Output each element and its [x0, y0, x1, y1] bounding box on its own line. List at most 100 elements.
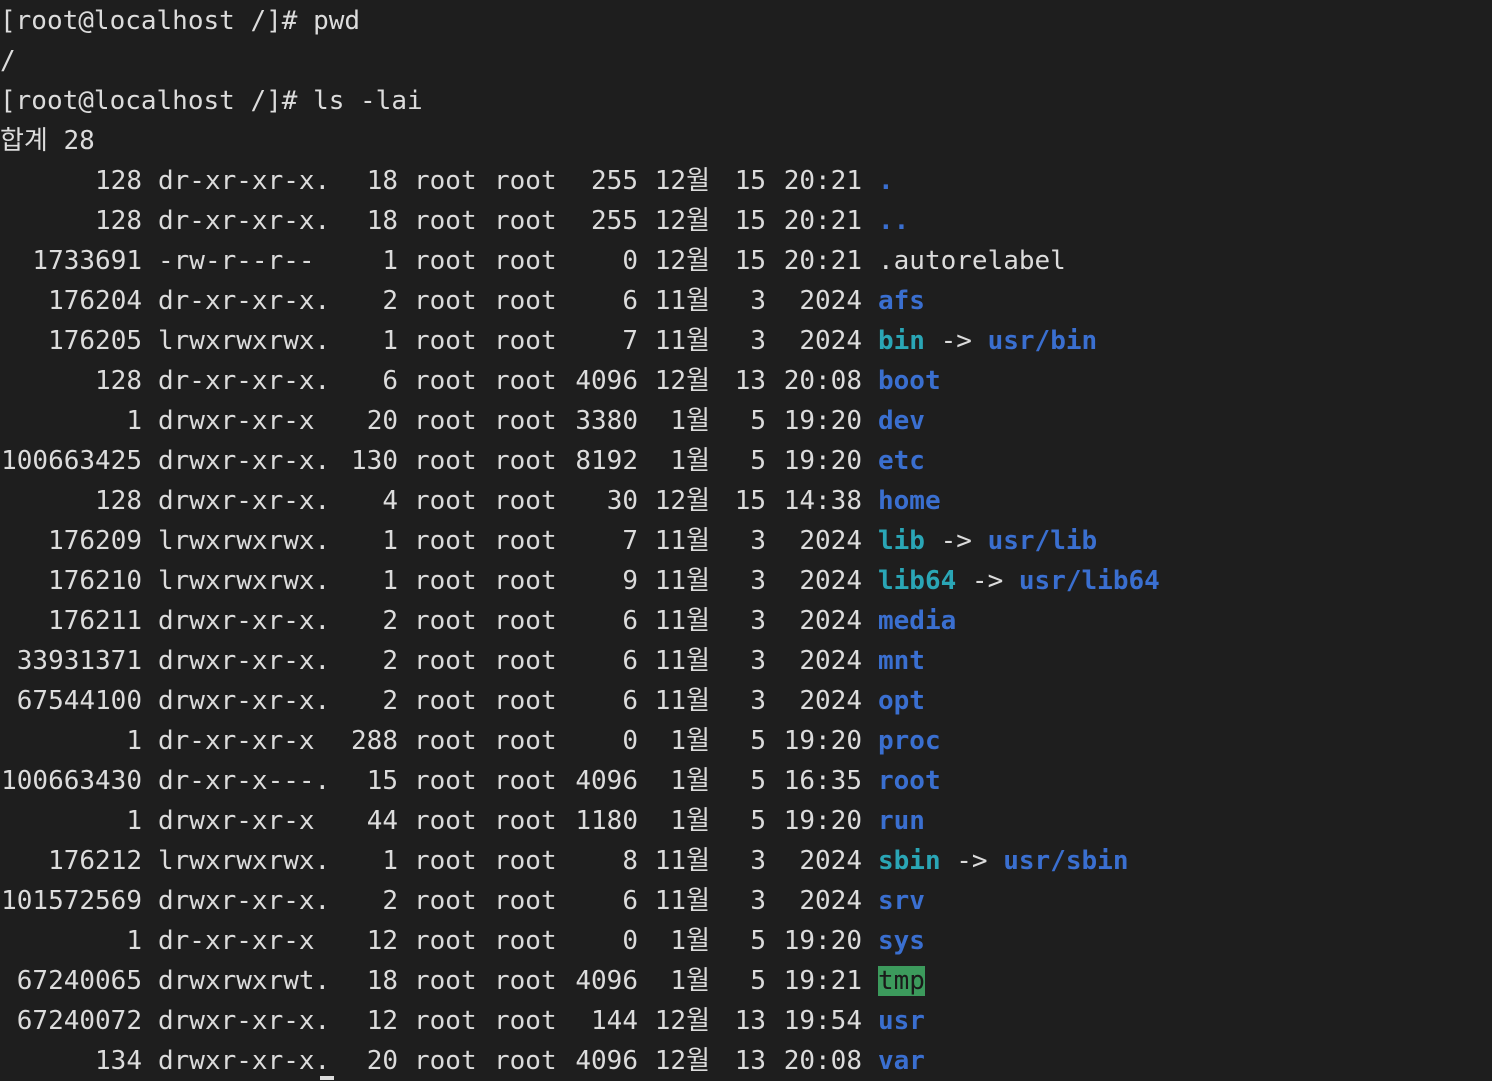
listing-inode: 176211: [48, 606, 142, 636]
listing-day: 15: [734, 166, 766, 196]
listing-row: 128 dr-xr-xr-x. 18 root root 255 12월 15 20:21.: [0, 161, 1492, 201]
listing-name: run: [878, 806, 925, 836]
listing-row: 1 dr-xr-xr-x 12 root root 0 1월 5 19:20 sys: [0, 921, 1492, 961]
symlink-target: usr/bin: [987, 326, 1098, 356]
listing-perms: drwxr-xr-x.: [158, 446, 331, 476]
listing-perms: drwxr-xr-x: [158, 806, 315, 836]
listing-time: 2024: [799, 686, 862, 716]
listing-size: 8: [622, 846, 638, 876]
listing-day: 5: [750, 766, 766, 796]
listing-month: 1월: [670, 766, 710, 796]
listing-links: 20: [366, 1046, 398, 1076]
symlink-arrow: ->: [924, 526, 988, 556]
listing-month: 11월: [654, 686, 710, 716]
listing-size: 4096: [575, 966, 638, 996]
listing-owner: root: [414, 926, 477, 956]
listing-day: 3: [750, 566, 766, 596]
terminal-window[interactable]: [root@localhost /]# pwd / [root@localhos…: [0, 0, 1492, 1080]
listing-group: root: [494, 286, 557, 316]
listing-month: 12월: [654, 166, 710, 196]
listing-name: mnt: [878, 646, 925, 676]
listing-day: 3: [750, 526, 766, 556]
listing-group: root: [494, 606, 557, 636]
listing-name: bin: [878, 326, 925, 356]
listing-group: root: [494, 646, 557, 676]
listing-name-group: media: [878, 601, 956, 641]
terminal-prompt-line: [root@localhost /]# pwd: [0, 6, 361, 36]
listing-owner: root: [414, 766, 477, 796]
listing-owner: root: [414, 166, 477, 196]
listing-group: root: [494, 166, 557, 196]
listing-perms: drwxrwxrwt.: [158, 966, 331, 996]
listing-perms: drwxr-xr-x.: [158, 686, 331, 716]
listing-month: 11월: [654, 886, 710, 916]
listing-inode: 128: [95, 166, 142, 196]
listing-month: 1월: [670, 966, 710, 996]
listing-month: 12월: [654, 1006, 710, 1036]
listing-day: 15: [734, 206, 766, 236]
listing-month: 12월: [654, 206, 710, 236]
listing-name: var: [878, 1046, 925, 1076]
listing-links: 1: [382, 326, 398, 356]
listing-day: 5: [750, 806, 766, 836]
listing-name-group: usr: [878, 1001, 925, 1041]
listing-perms: dr-xr-xr-x.: [158, 286, 331, 316]
listing-day: 3: [750, 646, 766, 676]
listing-size: 255: [591, 206, 638, 236]
listing-name: usr: [878, 1006, 925, 1036]
listing-group: root: [494, 326, 557, 356]
listing-owner: root: [414, 366, 477, 396]
listing-day: 3: [750, 326, 766, 356]
listing-size: 4096: [575, 766, 638, 796]
listing-day: 5: [750, 406, 766, 436]
listing-size: 9: [622, 566, 638, 596]
listing-day: 3: [750, 286, 766, 316]
listing-owner: root: [414, 246, 477, 276]
listing-inode: 176209: [48, 526, 142, 556]
listing-time: 2024: [799, 846, 862, 876]
listing-day: 13: [734, 1046, 766, 1076]
listing-links: 1: [382, 246, 398, 276]
listing-links: 2: [382, 606, 398, 636]
listing-group: root: [494, 886, 557, 916]
listing-owner: root: [414, 486, 477, 516]
listing-time: 19:20: [783, 406, 862, 436]
listing-day: 5: [750, 726, 766, 756]
listing-name: tmp: [878, 966, 925, 996]
listing-group: root: [494, 246, 557, 276]
listing-name-group: var: [878, 1041, 925, 1081]
listing-perms: drwxr-xr-x: [158, 406, 315, 436]
symlink-arrow: ->: [940, 846, 1004, 876]
listing-owner: root: [414, 726, 477, 756]
listing-name: root: [878, 766, 941, 796]
listing-size: 6: [622, 886, 638, 916]
listing-perms: lrwxrwxrwx.: [158, 526, 331, 556]
listing-row: 100663425 drwxr-xr-x. 130 root root 8192 1월 5 19…: [0, 441, 1492, 481]
listing-month: 1월: [670, 406, 710, 436]
listing-time: 2024: [799, 566, 862, 596]
listing-size: 7: [622, 326, 638, 356]
listing-size: 0: [622, 246, 638, 276]
listing-links: 288: [351, 726, 398, 756]
listing-group: root: [494, 566, 557, 596]
listing-month: 11월: [654, 606, 710, 636]
listing-perms: dr-xr-xr-x.: [158, 206, 331, 236]
listing-name-group: sys: [878, 921, 925, 961]
listing-row: 176204 dr-xr-xr-x. 2 root root 6 11월 3 2024 afs: [0, 281, 1492, 321]
listing-month: 12월: [654, 246, 710, 276]
listing-perms: lrwxrwxrwx.: [158, 566, 331, 596]
terminal-output-line: /: [0, 46, 16, 76]
listing-month: 12월: [654, 486, 710, 516]
listing-inode: 128: [95, 486, 142, 516]
terminal-total-line: 합계 28: [0, 126, 95, 156]
listing-inode: 128: [95, 206, 142, 236]
listing-name: sys: [878, 926, 925, 956]
listing-month: 11월: [654, 526, 710, 556]
listing-name: home: [878, 486, 941, 516]
listing-name-group: dev: [878, 401, 925, 441]
listing-row: 176205 lrwxrwxrwx. 1 root root 7 11월 3 2024 bin -…: [0, 321, 1492, 361]
listing-month: 1월: [670, 926, 710, 956]
listing-day: 13: [734, 366, 766, 396]
listing-day: 3: [750, 686, 766, 716]
listing-links: 18: [366, 166, 398, 196]
